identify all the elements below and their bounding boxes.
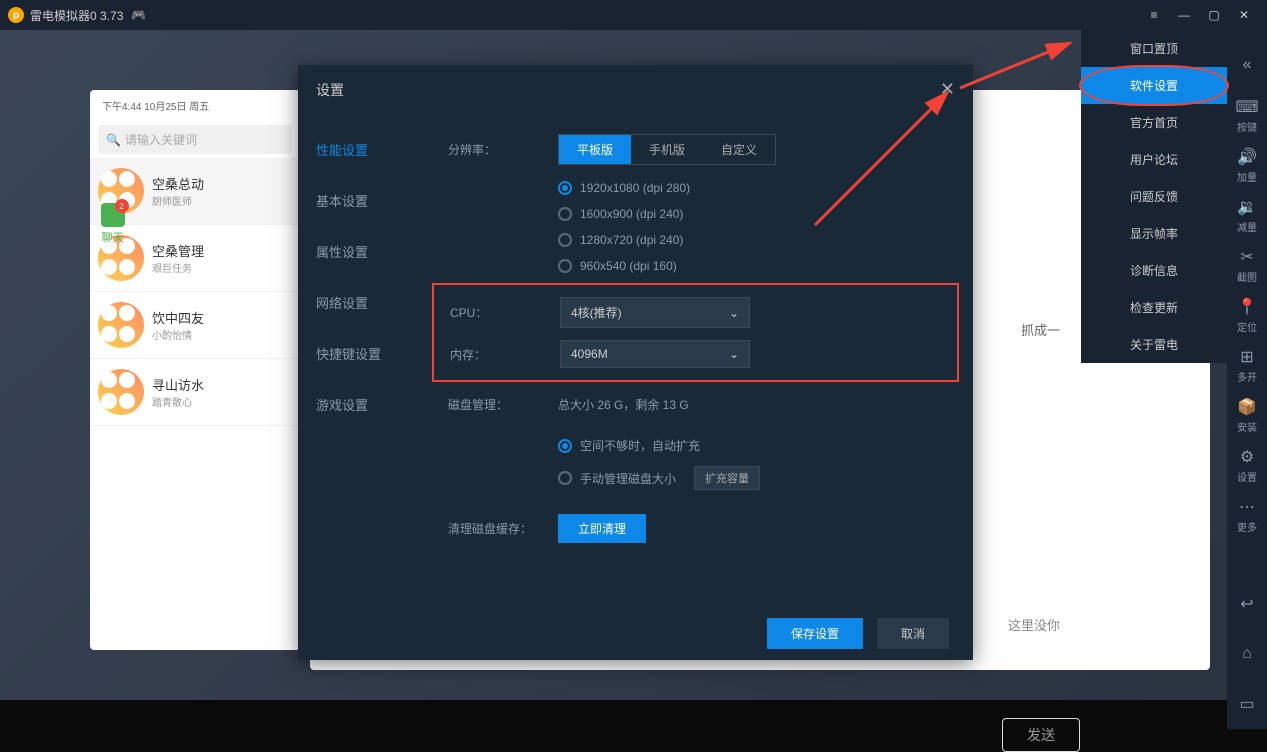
multi-icon: ⊞ xyxy=(1240,347,1253,367)
disk-auto-option[interactable]: 空间不够时，自动扩充 xyxy=(558,431,943,460)
tab-phone[interactable]: 手机版 xyxy=(631,135,703,164)
sidebar-game[interactable]: 游戏设置 xyxy=(298,379,418,430)
tool-volume-down[interactable]: 🔉减量 xyxy=(1227,190,1267,240)
chat-tab[interactable]: 2 聊天 xyxy=(95,203,130,245)
sidebar-shortcut[interactable]: 快捷键设置 xyxy=(298,328,418,379)
menu-pin-top[interactable]: 窗口置顶 xyxy=(1081,30,1227,67)
volume-up-icon: 🔊 xyxy=(1237,147,1257,167)
keyboard-icon: ⌨ xyxy=(1235,97,1258,117)
msg-text: 这里没你 xyxy=(1008,615,1060,634)
chat-panel: 下午4:44 10月25日 周五 🔍 请输入关键词 空桑总动厨师医师 空桑管理艰… xyxy=(90,90,300,650)
radio-icon xyxy=(558,259,572,273)
chat-search-input[interactable]: 🔍 请输入关键词 xyxy=(98,125,292,154)
menu-homepage[interactable]: 官方首页 xyxy=(1081,104,1227,141)
tool-more[interactable]: ⋯更多 xyxy=(1227,490,1267,540)
settings-sidebar: 性能设置 基本设置 属性设置 网络设置 快捷键设置 游戏设置 xyxy=(298,114,418,604)
nav-back[interactable]: ↩ xyxy=(1227,579,1267,629)
dialog-title: 设置 xyxy=(316,80,344,100)
sidebar-basic[interactable]: 基本设置 xyxy=(298,175,418,226)
maximize-button[interactable]: ▢ xyxy=(1199,0,1229,30)
settings-dialog: 设置 ✕ 性能设置 基本设置 属性设置 网络设置 快捷键设置 游戏设置 分辨率：… xyxy=(298,65,973,660)
chat-item[interactable]: 饮中四友小酌怡情 xyxy=(90,292,300,359)
tab-tablet[interactable]: 平板版 xyxy=(559,135,631,164)
menu-fps[interactable]: 显示帧率 xyxy=(1081,215,1227,252)
menu-forum[interactable]: 用户论坛 xyxy=(1081,141,1227,178)
controller-icon: 🎮 xyxy=(131,8,146,22)
tool-location[interactable]: 📍定位 xyxy=(1227,290,1267,340)
disk-info: 总大小 26 G，剩余 13 G xyxy=(558,396,689,413)
sidebar-network[interactable]: 网络设置 xyxy=(298,277,418,328)
sidebar-attribute[interactable]: 属性设置 xyxy=(298,226,418,277)
save-button[interactable]: 保存设置 xyxy=(767,618,863,649)
chat-icon: 2 xyxy=(101,203,125,227)
nav-recent[interactable]: ▭ xyxy=(1227,679,1267,729)
dropdown-menu: 窗口置顶 软件设置 官方首页 用户论坛 问题反馈 显示帧率 诊断信息 检查更新 … xyxy=(1081,30,1227,363)
pin-icon: 📍 xyxy=(1237,297,1257,317)
resolution-option[interactable]: 1920x1080 (dpi 280) xyxy=(558,175,943,201)
highlight-box: CPU： 4核(推荐)⌄ 内存： 4096M⌄ xyxy=(432,283,959,382)
hamburger-icon[interactable]: ≡ xyxy=(1139,0,1169,30)
chat-time: 下午4:44 10月25日 周五 xyxy=(90,90,300,121)
right-toolbar: « ⌨按键 🔊加量 🔉减量 ✂截图 📍定位 ⊞多开 📦安装 ⚙设置 ⋯更多 ↩ … xyxy=(1227,30,1267,729)
cpu-label: CPU： xyxy=(450,304,560,321)
radio-icon xyxy=(558,471,572,485)
volume-down-icon: 🔉 xyxy=(1237,197,1257,217)
disk-label: 磁盘管理： xyxy=(448,396,558,413)
close-icon[interactable]: ✕ xyxy=(940,79,955,100)
resolution-option[interactable]: 1280x720 (dpi 240) xyxy=(558,227,943,253)
tool-keys[interactable]: ⌨按键 xyxy=(1227,90,1267,140)
nav-home[interactable]: ⌂ xyxy=(1227,629,1267,679)
more-icon: ⋯ xyxy=(1239,497,1255,517)
clear-label: 清理磁盘缓存： xyxy=(448,520,558,537)
memory-select[interactable]: 4096M⌄ xyxy=(560,340,750,368)
sidebar-performance[interactable]: 性能设置 xyxy=(298,124,418,175)
cancel-button[interactable]: 取消 xyxy=(877,618,949,649)
radio-icon xyxy=(558,181,572,195)
package-icon: 📦 xyxy=(1237,397,1257,417)
menu-feedback[interactable]: 问题反馈 xyxy=(1081,178,1227,215)
tool-multi[interactable]: ⊞多开 xyxy=(1227,340,1267,390)
radio-icon xyxy=(558,207,572,221)
resolution-option[interactable]: 960x540 (dpi 160) xyxy=(558,253,943,279)
disk-manual-option[interactable]: 手动管理磁盘大小扩充容量 xyxy=(558,460,943,496)
chevron-down-icon: ⌄ xyxy=(729,347,739,361)
chevron-down-icon: ⌄ xyxy=(729,306,739,320)
close-button[interactable]: ✕ xyxy=(1229,0,1259,30)
tool-screenshot[interactable]: ✂截图 xyxy=(1227,240,1267,290)
radio-icon xyxy=(558,439,572,453)
menu-software-settings[interactable]: 软件设置 xyxy=(1081,67,1227,104)
send-button[interactable]: 发送 xyxy=(1002,718,1080,752)
tool-volume-up[interactable]: 🔊加量 xyxy=(1227,140,1267,190)
tool-settings[interactable]: ⚙设置 xyxy=(1227,440,1267,490)
gear-icon: ⚙ xyxy=(1240,447,1254,467)
radio-icon xyxy=(558,233,572,247)
tool-install[interactable]: 📦安装 xyxy=(1227,390,1267,440)
clear-cache-button[interactable]: 立即清理 xyxy=(558,514,646,543)
avatar xyxy=(98,369,144,415)
menu-diagnostics[interactable]: 诊断信息 xyxy=(1081,252,1227,289)
resolution-option[interactable]: 1600x900 (dpi 240) xyxy=(558,201,943,227)
app-title: 雷电模拟器0 3.73 xyxy=(30,7,123,24)
titlebar: p 雷电模拟器0 3.73 🎮 ≡ — ▢ ✕ xyxy=(0,0,1267,30)
collapse-toolbar[interactable]: « xyxy=(1227,40,1267,90)
menu-about[interactable]: 关于雷电 xyxy=(1081,326,1227,363)
grab-text: 抓成一 xyxy=(1021,320,1060,339)
tab-custom[interactable]: 自定义 xyxy=(703,135,775,164)
avatar xyxy=(98,302,144,348)
minimize-button[interactable]: — xyxy=(1169,0,1199,30)
menu-update[interactable]: 检查更新 xyxy=(1081,289,1227,326)
expand-button[interactable]: 扩充容量 xyxy=(694,466,760,490)
memory-label: 内存： xyxy=(450,346,560,363)
chat-item[interactable]: 寻山访水踏青散心 xyxy=(90,359,300,426)
app-logo-icon: p xyxy=(8,7,24,23)
search-icon: 🔍 xyxy=(106,133,121,147)
cpu-select[interactable]: 4核(推荐)⌄ xyxy=(560,297,750,328)
resolution-label: 分辨率： xyxy=(448,141,558,158)
scissors-icon: ✂ xyxy=(1240,247,1253,267)
